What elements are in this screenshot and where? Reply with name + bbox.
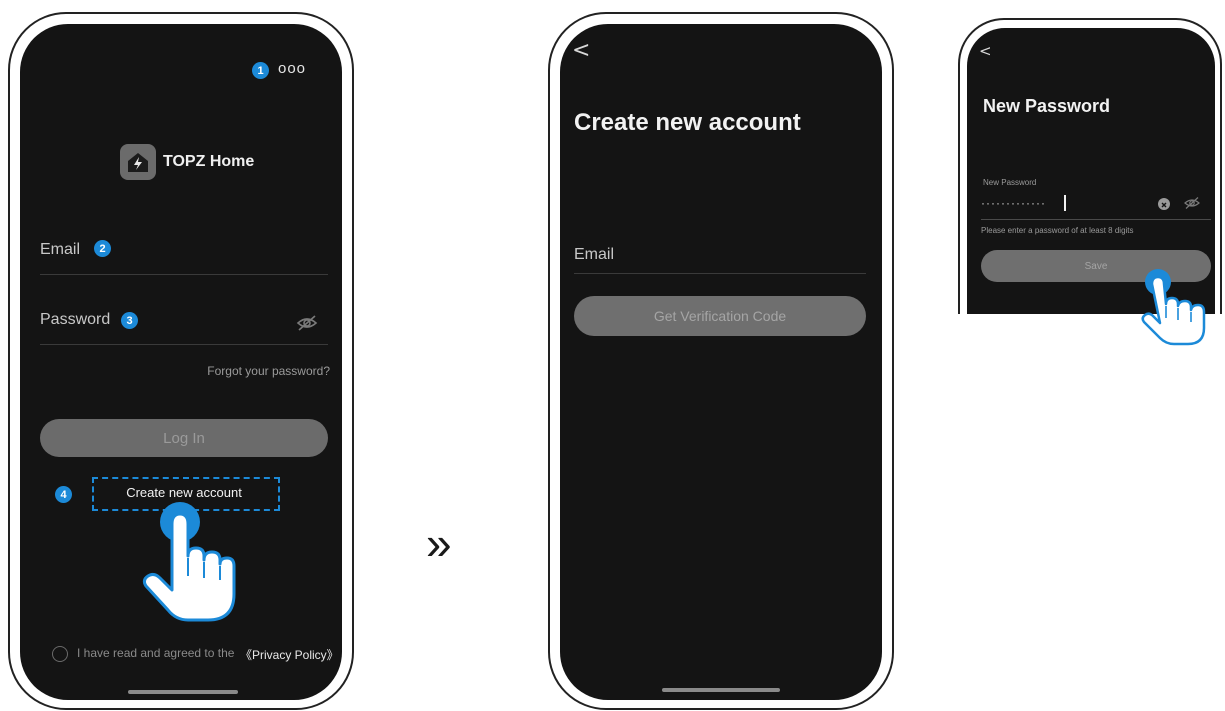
phone-frame-register: < Create new account Email Get Verificat… — [548, 12, 894, 710]
page-title: New Password — [983, 96, 1111, 116]
callout-badge-3: 3 — [121, 312, 138, 329]
phone-frame-login: 1 ooo TOPZ Home Email 2 Password 3 Forgo… — [8, 12, 354, 710]
clear-icon[interactable] — [1158, 198, 1170, 210]
email-field[interactable]: Email — [574, 246, 614, 264]
login-screen: 1 ooo TOPZ Home Email 2 Password 3 Forgo… — [20, 24, 342, 700]
register-screen: < Create new account Email Get Verificat… — [560, 24, 882, 700]
login-button-label: Log In — [163, 429, 205, 447]
password-underline — [40, 344, 328, 345]
text-cursor — [1064, 195, 1066, 211]
verification-button-label: Get Verification Code — [653, 308, 787, 324]
agreement-text: I have read and agreed to the — [77, 646, 235, 660]
callout-badge-2: 2 — [94, 240, 111, 257]
email-underline — [574, 273, 866, 274]
menu-icon[interactable]: ooo — [278, 60, 306, 77]
page-title: Create new account — [574, 109, 801, 136]
save-button-label: Save — [1084, 260, 1108, 272]
new-password-input[interactable]: ············· — [981, 196, 1046, 210]
callout-badge-4: 4 — [55, 486, 72, 503]
privacy-policy-link[interactable]: 《Privacy Policy》 — [240, 646, 339, 663]
forgot-password-link[interactable]: Forgot your password? — [207, 364, 330, 378]
eye-off-icon[interactable] — [296, 314, 318, 332]
email-underline — [40, 274, 328, 275]
app-name: TOPZ Home — [163, 153, 255, 170]
app-logo-icon — [120, 144, 156, 180]
hand-pointer-icon — [138, 502, 242, 626]
home-indicator — [128, 690, 238, 694]
get-verification-code-button[interactable]: Get Verification Code — [574, 296, 866, 336]
flow-arrow: » — [426, 517, 452, 569]
hand-pointer-icon — [1138, 268, 1214, 348]
callout-badge-1: 1 — [252, 62, 269, 79]
home-indicator — [662, 688, 780, 692]
login-button[interactable]: Log In — [40, 419, 328, 457]
email-field[interactable]: Email — [40, 241, 80, 259]
password-field[interactable]: Password — [40, 311, 110, 329]
back-button[interactable]: < — [979, 42, 992, 60]
eye-off-icon[interactable] — [1184, 196, 1200, 210]
back-button[interactable]: < — [572, 38, 590, 63]
create-account-link[interactable]: Create new account — [102, 485, 266, 500]
password-hint: Please enter a password of at least 8 di… — [981, 226, 1134, 235]
radio-icon[interactable] — [52, 646, 68, 662]
password-underline — [981, 219, 1211, 220]
new-password-label: New Password — [983, 178, 1037, 187]
